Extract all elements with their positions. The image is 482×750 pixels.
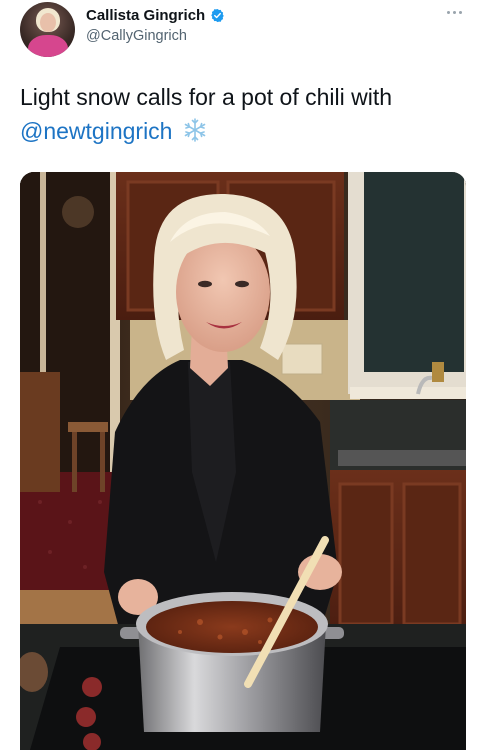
tweet-photo[interactable] — [20, 172, 466, 750]
more-options-icon[interactable] — [444, 6, 464, 18]
tweet-text: Light snow calls for a pot of chili with… — [20, 80, 460, 148]
mention-link[interactable]: @newtgingrich — [20, 118, 172, 144]
woman-cooking-chili-icon — [20, 172, 466, 750]
snowflake-icon — [184, 118, 206, 142]
author-handle[interactable]: @CallyGingrich — [86, 28, 187, 44]
author-name-row[interactable]: Callista Gingrich — [86, 7, 225, 24]
author-display-name[interactable]: Callista Gingrich — [86, 7, 205, 24]
avatar[interactable] — [20, 2, 75, 57]
verified-badge-icon — [211, 8, 224, 23]
tweet-header: Callista Gingrich @CallyGingrich — [0, 0, 482, 60]
tweet-body-text: Light snow calls for a pot of chili with — [20, 84, 393, 110]
